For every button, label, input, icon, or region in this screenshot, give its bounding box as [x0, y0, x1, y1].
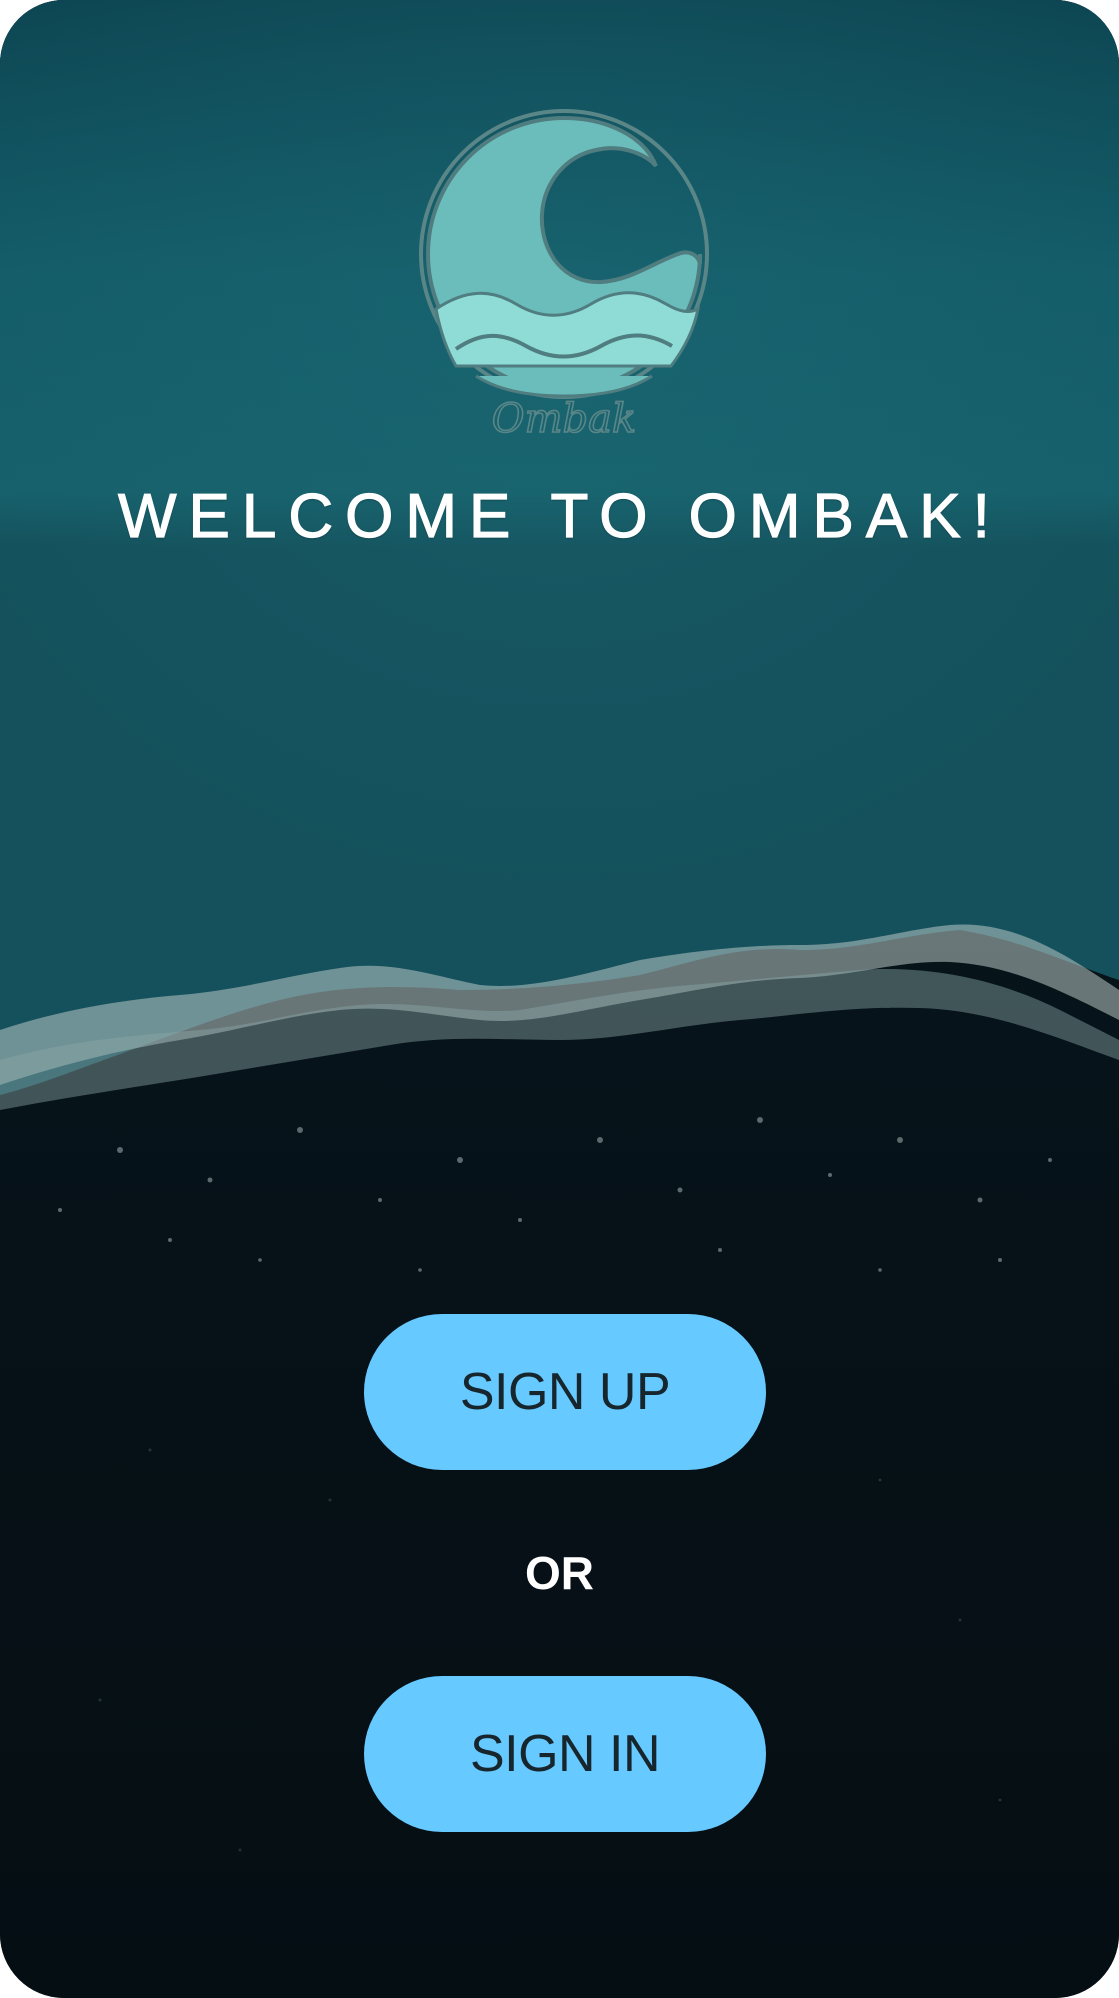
or-divider-label: OR — [525, 1547, 594, 1599]
wave-logo-icon: Ombak — [416, 104, 712, 440]
logo-wordmark: Ombak — [492, 396, 636, 440]
sign-up-button[interactable]: SIGN UP — [364, 1314, 766, 1470]
welcome-screen: Ombak WELCOME TO OMBAK! SIGN UP OR SIGN … — [0, 0, 1119, 1998]
sign-in-button[interactable]: SIGN IN — [364, 1676, 766, 1832]
welcome-title: WELCOME TO OMBAK! — [117, 482, 1002, 551]
